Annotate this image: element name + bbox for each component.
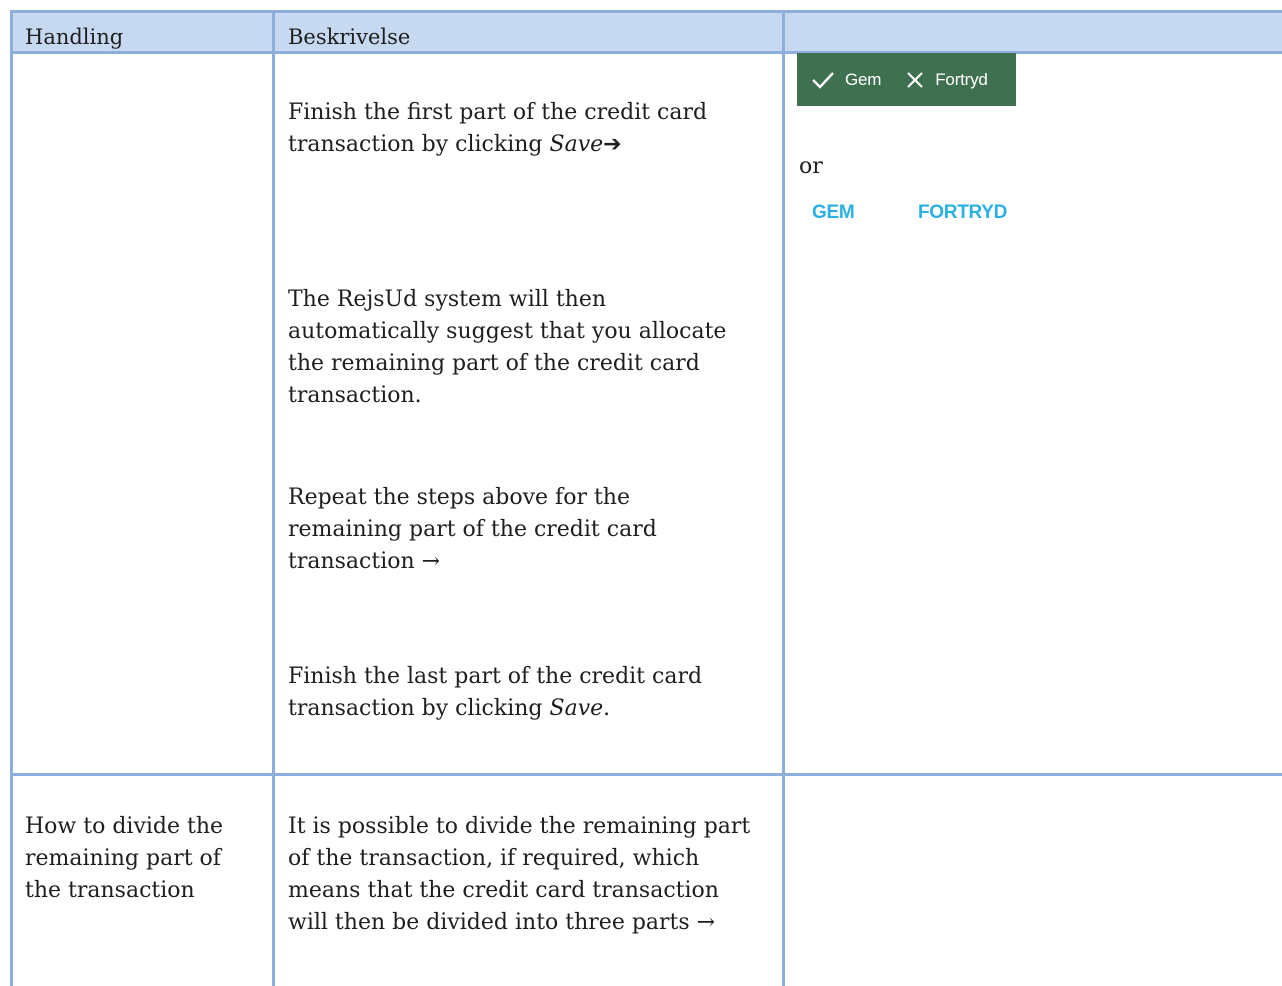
arrow-icon: ➔ <box>603 132 622 157</box>
checkmark-icon <box>812 71 834 89</box>
grid-line <box>782 10 785 986</box>
header-description: Beskrivelse <box>288 25 411 49</box>
grid-line <box>10 773 1282 776</box>
paragraph-divide-description: It is possible to divide the remaining p… <box>288 814 751 935</box>
fortryd-button[interactable]: Fortryd <box>905 69 988 90</box>
gem-button-label: Gem <box>845 69 882 89</box>
paragraph-finish-last-part: Finish the last part of the credit card … <box>288 661 768 725</box>
table-header-row <box>10 10 1282 53</box>
green-action-bar: Gem Fortryd <box>797 53 1016 106</box>
paragraph-text: Finish the first part of the credit card… <box>288 100 708 157</box>
gem-button[interactable]: Gem <box>811 70 881 90</box>
or-label: or <box>799 154 823 179</box>
instruction-table: Handling Beskrivelse Finish the first pa… <box>0 0 1282 986</box>
grid-line <box>10 10 13 986</box>
paragraph-auto-suggest: The RejsUd system will then automaticall… <box>288 287 727 408</box>
grid-line <box>272 10 275 986</box>
grid-line <box>10 10 1282 13</box>
save-emphasis: Save <box>549 696 604 721</box>
paragraph-finish-first-part: Finish the first part of the credit card… <box>288 97 768 161</box>
save-emphasis: Save <box>549 132 604 157</box>
header-action: Handling <box>25 25 124 49</box>
grid-line <box>10 51 1282 54</box>
paragraph-repeat-steps: Repeat the steps above for the remaining… <box>288 485 657 574</box>
fortryd-button-label: Fortryd <box>935 69 988 89</box>
action-divide-remaining: How to divide the remaining part of the … <box>25 814 224 903</box>
gem-flat-button[interactable]: GEM <box>812 202 855 224</box>
fortryd-flat-button[interactable]: FORTRYD <box>918 202 1007 224</box>
paragraph-text: Finish the last part of the credit card … <box>288 664 703 721</box>
paragraph-text: . <box>603 696 611 721</box>
close-icon <box>907 71 924 88</box>
